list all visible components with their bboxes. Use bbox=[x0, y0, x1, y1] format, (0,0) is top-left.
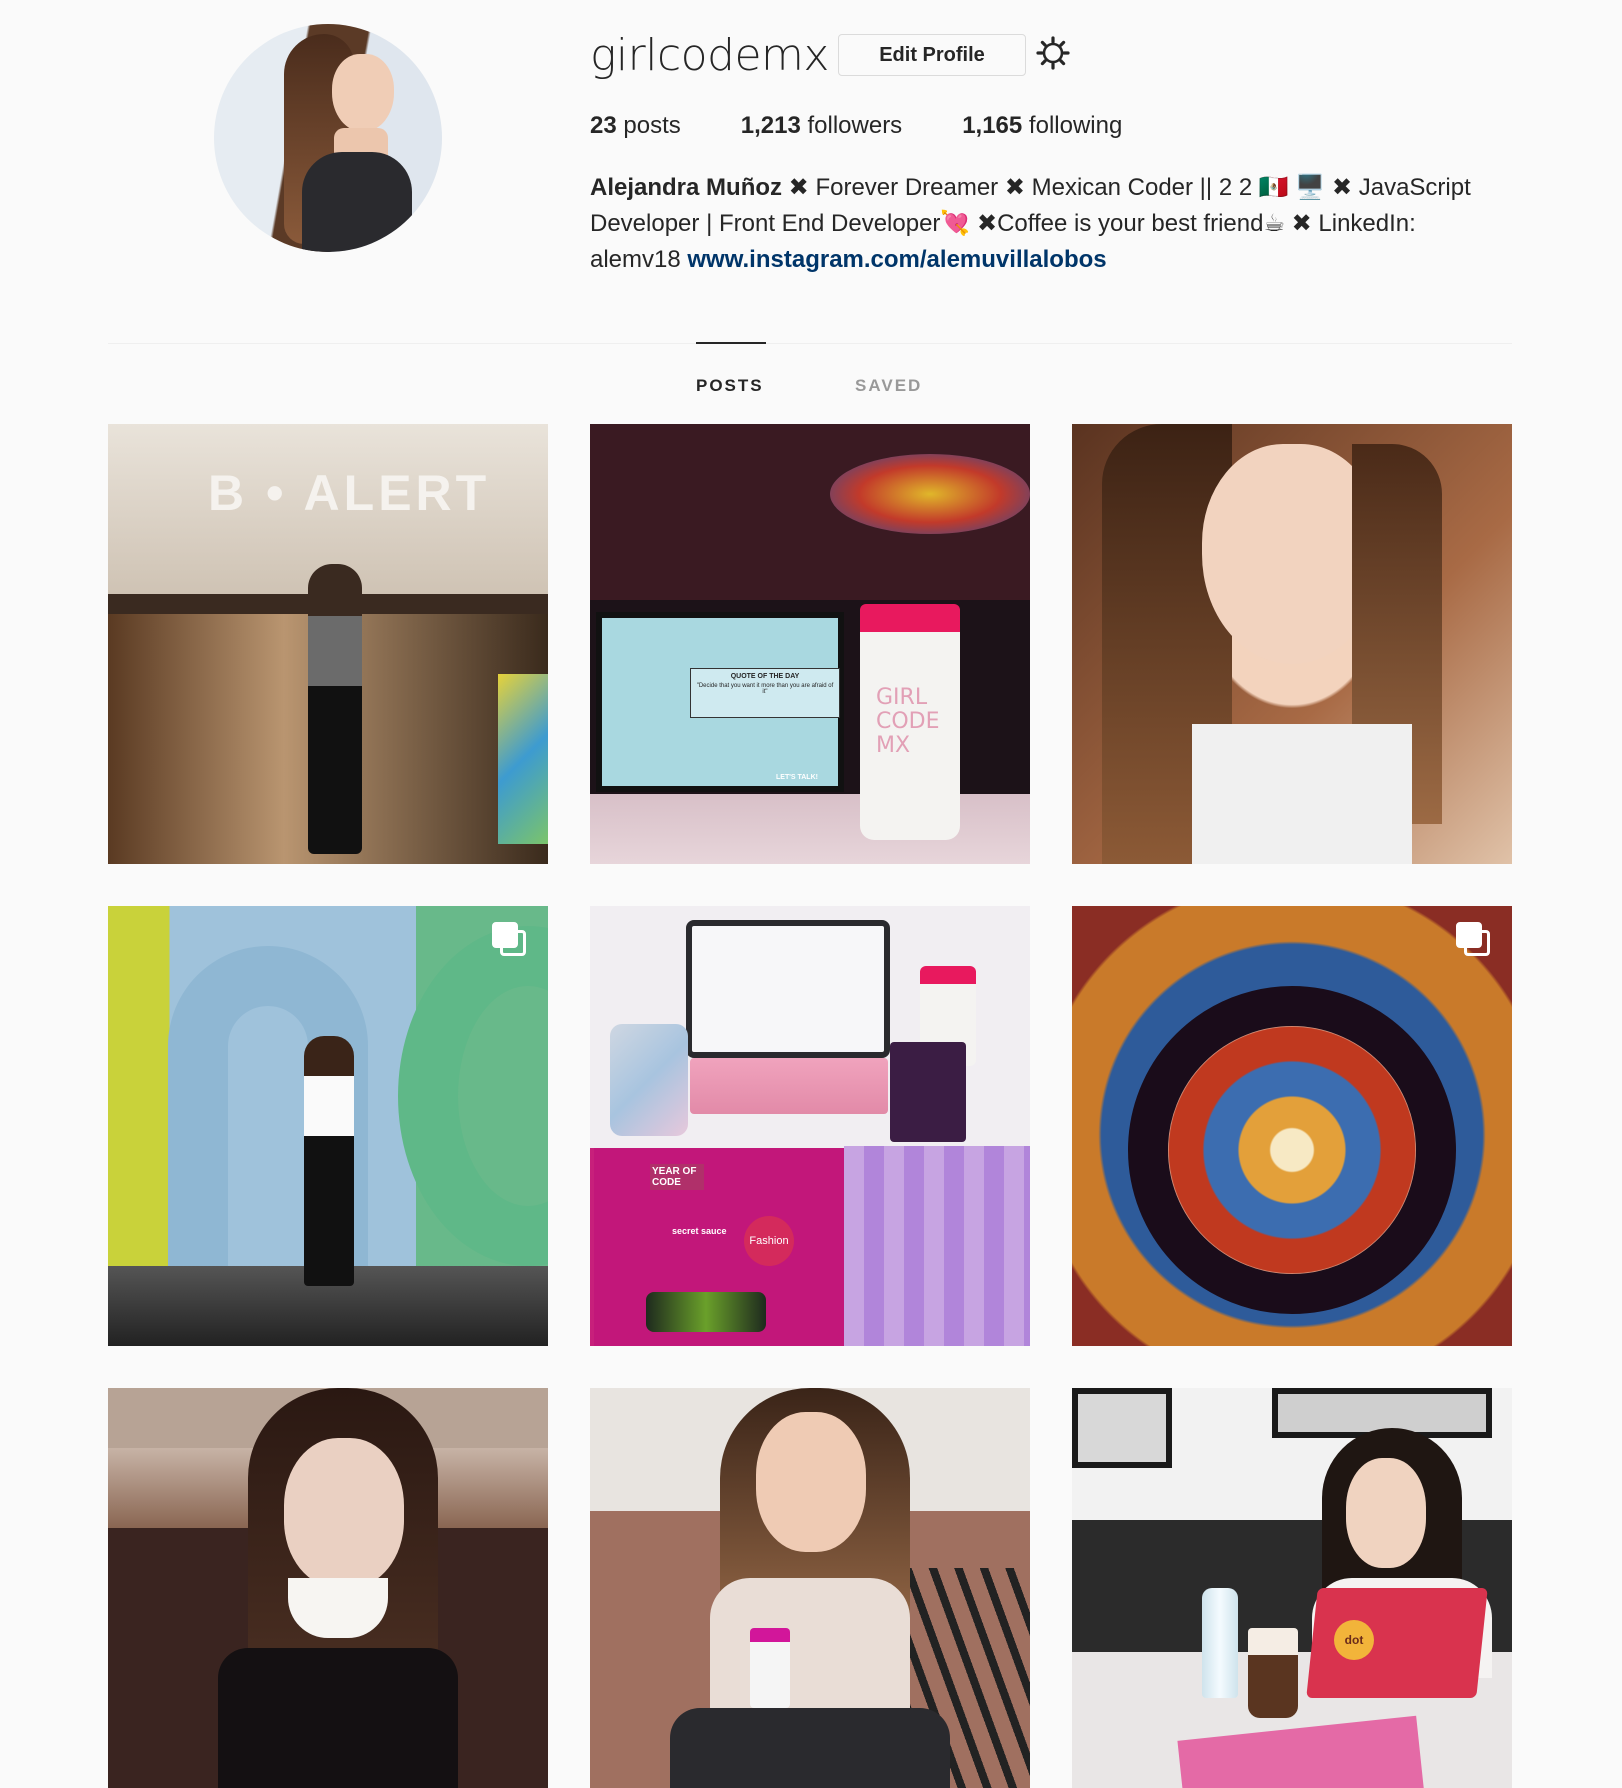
tile-8-top bbox=[710, 1578, 910, 1728]
followers-count-value: 1,213 bbox=[740, 112, 801, 139]
tile-9-drink bbox=[1248, 1628, 1298, 1718]
post-tile-1[interactable]: B • ALERT bbox=[108, 424, 548, 864]
tile-4-person bbox=[304, 1036, 354, 1286]
tile-9-sticker: dot bbox=[1334, 1620, 1374, 1660]
tile-7-face bbox=[284, 1438, 404, 1588]
multiple-photos-icon bbox=[1456, 922, 1492, 958]
posts-count: 23 posts bbox=[590, 112, 681, 140]
tile-4-letter-c bbox=[398, 926, 548, 1266]
settings-gear-icon[interactable] bbox=[1036, 36, 1070, 70]
following-count-value: 1,165 bbox=[962, 112, 1023, 139]
edit-profile-button[interactable]: Edit Profile bbox=[838, 34, 1026, 76]
tile-5-notebook bbox=[890, 1042, 966, 1142]
tile-2-cup-text: GIRL CODE MX bbox=[876, 685, 940, 758]
tile-8-cup bbox=[750, 1628, 790, 1708]
profile-page: girlcodemx Edit Profile 23 posts 1,213 f… bbox=[0, 0, 1622, 1788]
posts-count-value: 23 bbox=[590, 112, 617, 139]
tile-2-cta-text: LET'S TALK! bbox=[776, 774, 818, 781]
followers-count[interactable]: 1,213 followers bbox=[741, 112, 902, 140]
tile-5-pouch bbox=[610, 1024, 688, 1136]
tile-9-bottle bbox=[1202, 1588, 1238, 1698]
post-tile-8[interactable] bbox=[590, 1388, 1030, 1788]
tile-2-quote-text: "Decide that you want it more than you a… bbox=[696, 683, 834, 695]
tile-9-frame-left bbox=[1072, 1388, 1172, 1468]
tab-saved[interactable]: SAVED bbox=[855, 376, 922, 396]
profile-username: girlcodemx bbox=[590, 30, 829, 81]
post-tile-2[interactable]: QUOTE OF THE DAY "Decide that you want i… bbox=[590, 424, 1030, 864]
following-count[interactable]: 1,165 following bbox=[962, 112, 1122, 140]
tile-3-shoulder bbox=[1192, 724, 1412, 864]
profile-bio: Alejandra Muñoz ✖ Forever Dreamer ✖ Mexi… bbox=[590, 170, 1510, 278]
tile-9-placemat bbox=[1177, 1715, 1427, 1788]
active-tab-indicator bbox=[696, 342, 766, 344]
tile-2-keyboard bbox=[590, 794, 1030, 864]
avatar-face bbox=[332, 54, 394, 132]
tile-7-top bbox=[218, 1648, 458, 1788]
tile-1-cube bbox=[498, 674, 548, 844]
post-tile-7[interactable] bbox=[108, 1388, 548, 1788]
tile-2-quote-box: QUOTE OF THE DAY "Decide that you want i… bbox=[690, 668, 840, 718]
profile-avatar[interactable] bbox=[214, 24, 442, 252]
tile-5-laptop bbox=[686, 920, 890, 1058]
tabs-divider bbox=[108, 343, 1512, 344]
tile-5-sticker-2: secret sauce bbox=[672, 1226, 727, 1236]
tile-1-speaker bbox=[308, 564, 362, 854]
tile-5-sticker-3: Fashion bbox=[744, 1216, 794, 1266]
profile-header: girlcodemx Edit Profile 23 posts 1,213 f… bbox=[0, 0, 1622, 340]
tile-9-face bbox=[1346, 1458, 1426, 1568]
tile-5-pencil-case bbox=[646, 1292, 766, 1332]
tile-5-binder-right bbox=[844, 1146, 1030, 1346]
post-tile-4[interactable] bbox=[108, 906, 548, 1346]
post-tile-5[interactable]: YEAR OF CODE secret sauce Fashion bbox=[590, 906, 1030, 1346]
multiple-photos-icon bbox=[492, 922, 528, 958]
avatar-top bbox=[302, 152, 412, 252]
posts-count-label: posts bbox=[623, 112, 681, 139]
tile-5-sticker-1: YEAR OF CODE bbox=[650, 1164, 704, 1190]
post-tile-3[interactable] bbox=[1072, 424, 1512, 864]
tile-2-quote-title: QUOTE OF THE DAY bbox=[730, 673, 800, 680]
profile-stats: 23 posts 1,213 followers 1,165 following bbox=[590, 112, 1182, 140]
bio-full-name: Alejandra Muñoz bbox=[590, 174, 783, 201]
bio-website-link[interactable]: www.instagram.com/alemuvillalobos bbox=[687, 246, 1106, 273]
tile-5-keyboard bbox=[690, 1058, 888, 1114]
followers-count-label: followers bbox=[807, 112, 903, 139]
tile-1-sign-text: B • ALERT bbox=[208, 465, 491, 521]
tile-7-cup bbox=[288, 1578, 388, 1638]
tile-8-legs bbox=[670, 1708, 950, 1788]
tile-2-ceiling-glass bbox=[830, 454, 1030, 534]
post-tile-6[interactable] bbox=[1072, 906, 1512, 1346]
following-count-label: following bbox=[1028, 112, 1123, 139]
post-tile-9[interactable]: dot bbox=[1072, 1388, 1512, 1788]
tile-8-face bbox=[756, 1412, 866, 1552]
tile-6-ring bbox=[1128, 986, 1456, 1314]
tab-posts[interactable]: POSTS bbox=[696, 376, 764, 396]
